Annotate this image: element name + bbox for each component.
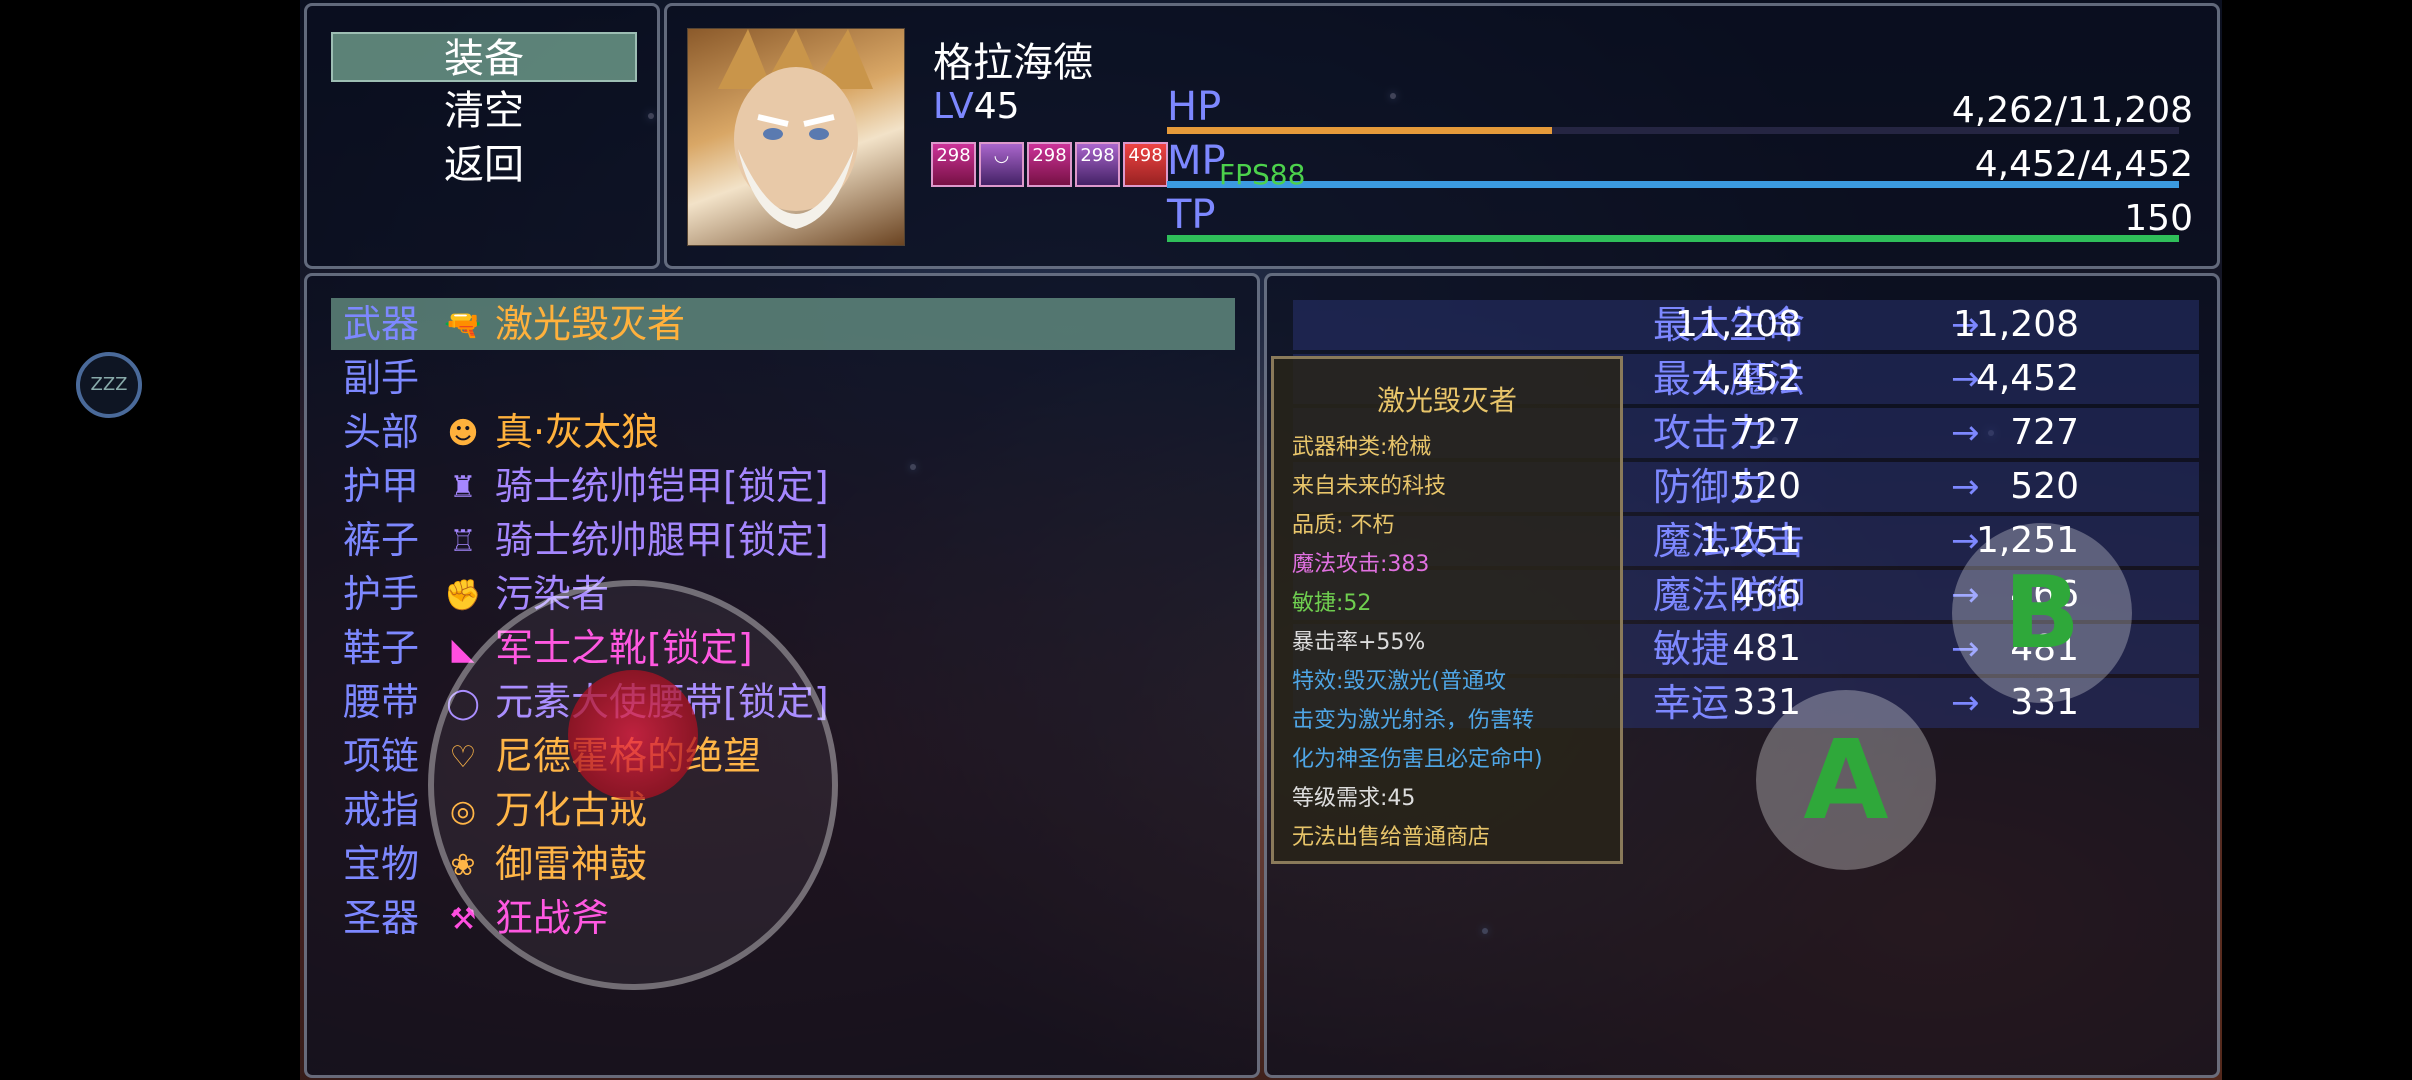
cmd-clear[interactable]: 清空 [331,86,637,136]
slot-label: 圣器 [343,896,420,940]
mp-gauge [1167,181,2179,188]
armor-icon: ♜ [449,470,477,505]
help-line: 武器种类:枪械 [1292,435,1432,460]
help-line: 暴击率+55% [1292,630,1426,655]
actor-portrait [687,28,905,246]
equip-slot-row[interactable]: 裤子 ♖ 骑士统帅腿甲[锁定] [331,514,1235,566]
param-old-value: 466 [1732,574,1801,615]
mp-label: MP [1167,138,1226,184]
equip-item-name: 激光毁灭者 [495,302,686,346]
fire-buff-icon: 498 [1123,142,1168,187]
slot-label: 头部 [343,410,420,454]
param-old-value: 481 [1732,628,1801,669]
actor-name: 格拉海德 [933,40,1093,86]
equip-item-name: 骑士统帅腿甲[锁定] [495,518,829,562]
slot-label: 裤子 [343,518,420,562]
param-new-value: 727 [2010,412,2079,453]
help-line: 等级需求:45 [1292,786,1416,811]
mp-value: 4,452/4,452 [1974,144,2193,185]
hp-gauge [1167,127,2179,134]
param-new-value: 4,452 [1975,358,2079,399]
param-label: 敏捷 [1653,627,1730,671]
equip-slot-row[interactable]: 副手 [331,352,1235,404]
hp-label: HP [1167,84,1222,130]
grin-face-icon: ◡ [979,142,1024,187]
slot-label: 副手 [343,356,420,400]
joystick-knob[interactable] [568,670,698,800]
slot-label: 宝物 [343,842,420,886]
equip-slot-row[interactable]: 头部 ☻ 真·灰太狼 [331,406,1235,458]
param-old-value: 727 [1732,412,1801,453]
help-line: 击变为激光射杀，伤害转 [1292,708,1535,733]
help-title: 激光毁灭者 [1376,384,1517,417]
param-old-value: 11,208 [1675,304,1801,345]
actor-level: LV45 [933,86,1020,127]
help-line: 魔法攻击:383 [1292,552,1430,577]
param-row: 最大生命 11,208 → 11,208 [1293,300,2199,350]
equip-slot-row[interactable]: 护手 ✊ 污染者 [331,568,1235,620]
slot-label: 腰带 [343,680,420,724]
help-line: 化为神圣伤害且必定命中) [1292,747,1543,772]
help-line: 特效:毁灭激光(普通攻 [1292,669,1506,694]
equip-slot-row[interactable]: 武器 🔫 激光毁灭者 [331,298,1235,350]
slot-label: 戒指 [343,788,420,832]
param-old-value: 4,452 [1697,358,1801,399]
equip-item-name: 真·灰太狼 [495,410,660,454]
help-line: 品质: 不朽 [1292,513,1395,538]
laser-gun-icon: 🔫 [444,308,482,343]
hp-gauge-fill [1167,127,1552,134]
equip-slot-row[interactable]: 护甲 ♜ 骑士统帅铠甲[锁定] [331,460,1235,512]
mp-gauge-fill [1167,181,2179,188]
gauntlet-icon: ✊ [444,578,482,613]
sword-buff-icon: 298 [1027,142,1072,187]
sleep-button[interactable]: ZZZ [76,352,142,418]
skull-buff-icon: 298 [1075,142,1120,187]
fps-counter: FPS88 [1219,158,1306,191]
param-arrow: → [1951,413,1980,453]
state-icons: 298 ◡ 298 298 498 [931,142,1168,187]
param-old-value: 1,251 [1697,520,1801,561]
slot-label: 护手 [343,572,420,616]
b-button[interactable]: B [1952,523,2132,703]
slot-label: 武器 [343,302,420,346]
tp-gauge [1167,235,2179,242]
slot-label: 护甲 [343,464,420,508]
param-new-value: 11,208 [1953,304,2079,345]
actor-status-window: 格拉海德 LV45 298 ◡ 298 298 498 HP 4,262/11,… [664,3,2220,269]
hp-value: 4,262/11,208 [1951,90,2193,131]
param-arrow: → [1951,467,1980,507]
param-new-value: 520 [2010,466,2079,507]
wolf-head-icon: ☻ [447,416,479,451]
cmd-equip[interactable]: 装备 [331,32,637,82]
param-label: 幸运 [1653,681,1730,725]
help-line: 来自未来的科技 [1292,474,1447,499]
sword-buff-icon: 298 [931,142,976,187]
item-help-window: 激光毁灭者 武器种类:枪械 来自未来的科技 品质: 不朽魔法攻击:383 敏捷:52 暴… [1271,356,1623,864]
help-line: 无法出售给普通商店 [1292,825,1491,850]
help-line: 敏捷:52 [1292,591,1372,616]
tp-label: TP [1167,192,1216,238]
a-button[interactable]: A [1756,690,1936,870]
slot-label: 项链 [343,734,420,778]
cmd-back[interactable]: 返回 [331,140,637,190]
param-arrow: → [1951,683,1980,723]
slot-label: 鞋子 [343,626,420,670]
greaves-icon: ♖ [449,524,477,559]
tp-gauge-fill [1167,235,2179,242]
equip-item-name: 骑士统帅铠甲[锁定] [495,464,829,508]
command-window: 装备 清空 返回 [304,3,660,269]
tp-value: 150 [2124,198,2193,239]
param-old-value: 520 [1732,466,1801,507]
